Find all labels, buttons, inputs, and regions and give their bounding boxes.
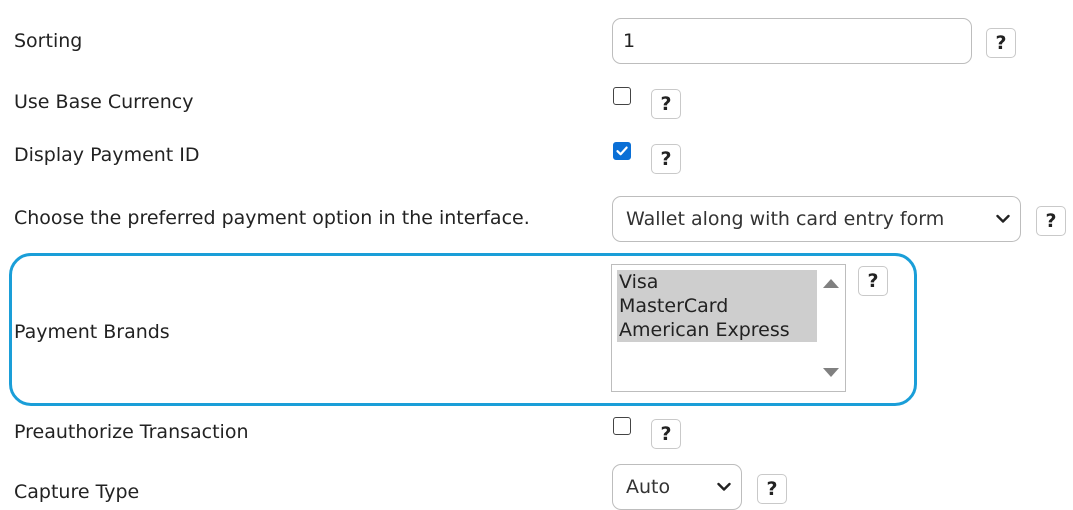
preauthorize-transaction-label: Preauthorize Transaction: [14, 421, 249, 443]
payment-brands-options: Visa MasterCard American Express: [617, 270, 818, 342]
chevron-down-icon: [996, 214, 1010, 223]
question-mark-icon: ?: [995, 31, 1007, 54]
question-mark-icon: ?: [867, 269, 879, 292]
preauthorize-transaction-help-button[interactable]: ?: [651, 419, 681, 449]
payment-brands-listbox[interactable]: Visa MasterCard American Express: [611, 264, 846, 392]
question-mark-icon: ?: [660, 92, 672, 115]
sorting-input[interactable]: [612, 18, 972, 64]
capture-type-help-button[interactable]: ?: [757, 474, 787, 504]
question-mark-icon: ?: [660, 422, 672, 445]
payment-option-selected-value: Wallet along with card entry form: [626, 208, 945, 230]
checkmark-icon: [616, 146, 628, 156]
use-base-currency-help-button[interactable]: ?: [651, 89, 681, 119]
display-payment-id-checkbox[interactable]: [613, 142, 631, 160]
payment-brands-scrollbar[interactable]: [817, 265, 845, 391]
sorting-label: Sorting: [14, 30, 83, 52]
display-payment-id-label: Display Payment ID: [14, 144, 200, 166]
question-mark-icon: ?: [1045, 209, 1057, 232]
display-payment-id-help-button[interactable]: ?: [651, 144, 681, 174]
sorting-help-button[interactable]: ?: [986, 28, 1016, 58]
payment-brands-help-button[interactable]: ?: [858, 266, 888, 296]
payment-option-help-button[interactable]: ?: [1036, 206, 1066, 236]
chevron-down-icon: [717, 482, 731, 491]
scroll-down-arrow-icon[interactable]: [823, 368, 839, 377]
capture-type-label: Capture Type: [14, 481, 140, 503]
payment-brand-option-mastercard[interactable]: MasterCard: [617, 294, 818, 318]
scroll-up-arrow-icon[interactable]: [823, 279, 839, 288]
payment-option-label: Choose the preferred payment option in t…: [14, 207, 530, 229]
use-base-currency-label: Use Base Currency: [14, 91, 194, 113]
payment-brand-option-visa[interactable]: Visa: [617, 270, 818, 294]
preauthorize-transaction-checkbox[interactable]: [613, 417, 631, 435]
capture-type-select[interactable]: Auto: [612, 464, 742, 510]
payment-brand-option-american-express[interactable]: American Express: [617, 318, 818, 342]
question-mark-icon: ?: [660, 147, 672, 170]
use-base-currency-checkbox[interactable]: [613, 87, 631, 105]
payment-brands-label: Payment Brands: [14, 321, 170, 343]
capture-type-selected-value: Auto: [626, 476, 671, 498]
payment-option-select[interactable]: Wallet along with card entry form: [612, 196, 1021, 242]
question-mark-icon: ?: [766, 477, 778, 500]
